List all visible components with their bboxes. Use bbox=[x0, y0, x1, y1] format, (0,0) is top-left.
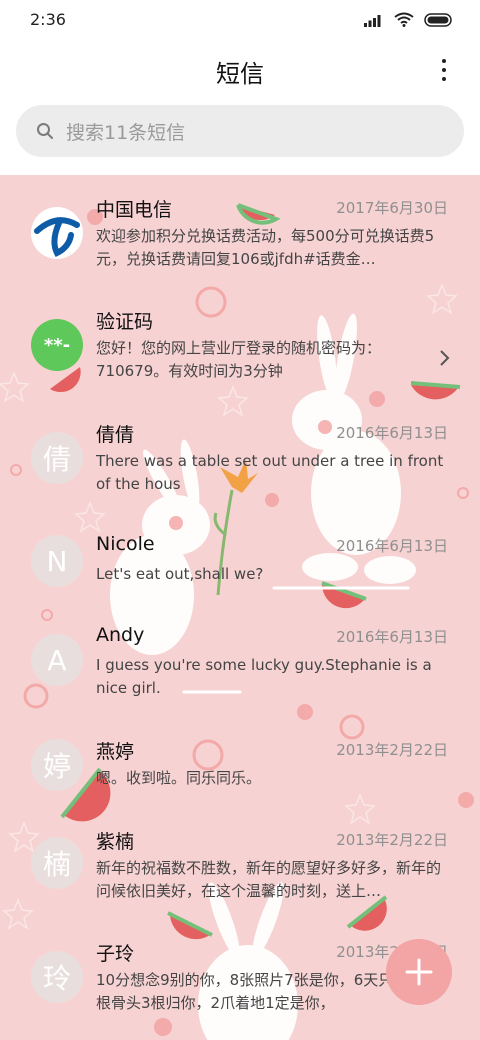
battery-icon bbox=[424, 12, 452, 27]
page-title: 短信 bbox=[216, 60, 264, 88]
sender-name: 中国电信 bbox=[96, 199, 173, 221]
message-preview: There was a table set out under a tree i… bbox=[96, 452, 444, 493]
message-preview: 您好！您的网上营业厅登录的随机密码为：710679。有效时间为3分钟 bbox=[96, 339, 382, 380]
list-item[interactable]: A Andy 2016年6月13日 I guess you're some lu… bbox=[0, 624, 480, 714]
sender-name: 验证码 bbox=[96, 311, 154, 333]
sender-name: 子玲 bbox=[96, 943, 135, 965]
status-icons bbox=[364, 12, 454, 27]
more-vertical-icon bbox=[442, 59, 446, 63]
china-telecom-logo bbox=[31, 207, 83, 259]
list-item[interactable]: 中国电信 2017年6月30日 欢迎参加积分兑换话费活动，每500分可兑换话费5… bbox=[0, 195, 480, 285]
message-date: 2013年2月22日 bbox=[336, 741, 448, 759]
avatar: 倩 bbox=[31, 432, 83, 484]
search-placeholder: 搜索11条短信 bbox=[66, 121, 186, 144]
search-icon bbox=[37, 123, 53, 139]
verification-code-avatar: **- bbox=[31, 319, 83, 371]
sender-name: Nicole bbox=[96, 533, 155, 555]
avatar: 婷 bbox=[31, 739, 83, 791]
avatar: 楠 bbox=[31, 837, 83, 889]
wifi-icon bbox=[394, 12, 414, 27]
message-date: 2016年6月13日 bbox=[336, 424, 448, 442]
signal-icon bbox=[364, 14, 381, 27]
avatar: A bbox=[31, 634, 83, 686]
message-date: 2016年6月13日 bbox=[336, 628, 448, 646]
sender-name: 燕婷 bbox=[96, 741, 135, 763]
message-date: 2017年6月30日 bbox=[336, 199, 448, 217]
message-preview: 嗯。收到啦。同乐同乐。 bbox=[96, 769, 262, 787]
avatar: 玲 bbox=[31, 951, 83, 1003]
sender-name: 紫楠 bbox=[96, 831, 135, 853]
compose-button[interactable] bbox=[386, 939, 452, 1005]
list-item[interactable]: 倩 倩倩 2016年6月13日 There was a table set ou… bbox=[0, 420, 480, 510]
list-item[interactable]: **- 验证码 您好！您的网上营业厅登录的随机密码为：710679。有效时间为3… bbox=[0, 307, 480, 397]
message-preview: I guess you're some lucky guy.Stephanie … bbox=[96, 656, 432, 697]
list-item[interactable]: 婷 燕婷 2013年2月22日 嗯。收到啦。同乐同乐。 bbox=[0, 737, 480, 827]
message-preview: 新年的祝福数不胜数，新年的愿望好多好多，新年的问候依旧美好，在这个温馨的时刻，送… bbox=[96, 859, 442, 900]
avatar: N bbox=[31, 535, 83, 587]
sender-name: 倩倩 bbox=[96, 424, 135, 446]
app-header: 短信 bbox=[0, 40, 480, 100]
plus-icon bbox=[405, 958, 433, 986]
sender-name: Andy bbox=[96, 624, 145, 646]
more-menu-button[interactable] bbox=[434, 56, 454, 84]
message-date: 2013年2月22日 bbox=[336, 831, 448, 849]
list-item[interactable]: N Nicole 2016年6月13日 Let's eat out,shall … bbox=[0, 533, 480, 623]
status-time: 2:36 bbox=[30, 10, 66, 29]
message-date: 2016年6月13日 bbox=[336, 537, 448, 555]
message-preview: 欢迎参加积分兑换话费活动，每500分可兑换话费5元，兑换话费请回复106或jfd… bbox=[96, 227, 435, 268]
conversation-list[interactable]: 中国电信 2017年6月30日 欢迎参加积分兑换话费活动，每500分可兑换话费5… bbox=[0, 175, 480, 1040]
chevron-right-icon[interactable] bbox=[438, 349, 450, 367]
status-bar: 2:36 bbox=[0, 0, 480, 40]
message-preview: Let's eat out,shall we? bbox=[96, 565, 264, 583]
list-item[interactable]: 楠 紫楠 2013年2月22日 新年的祝福数不胜数，新年的愿望好多好多，新年的问… bbox=[0, 827, 480, 917]
search-bar[interactable]: 搜索11条短信 bbox=[16, 105, 464, 157]
